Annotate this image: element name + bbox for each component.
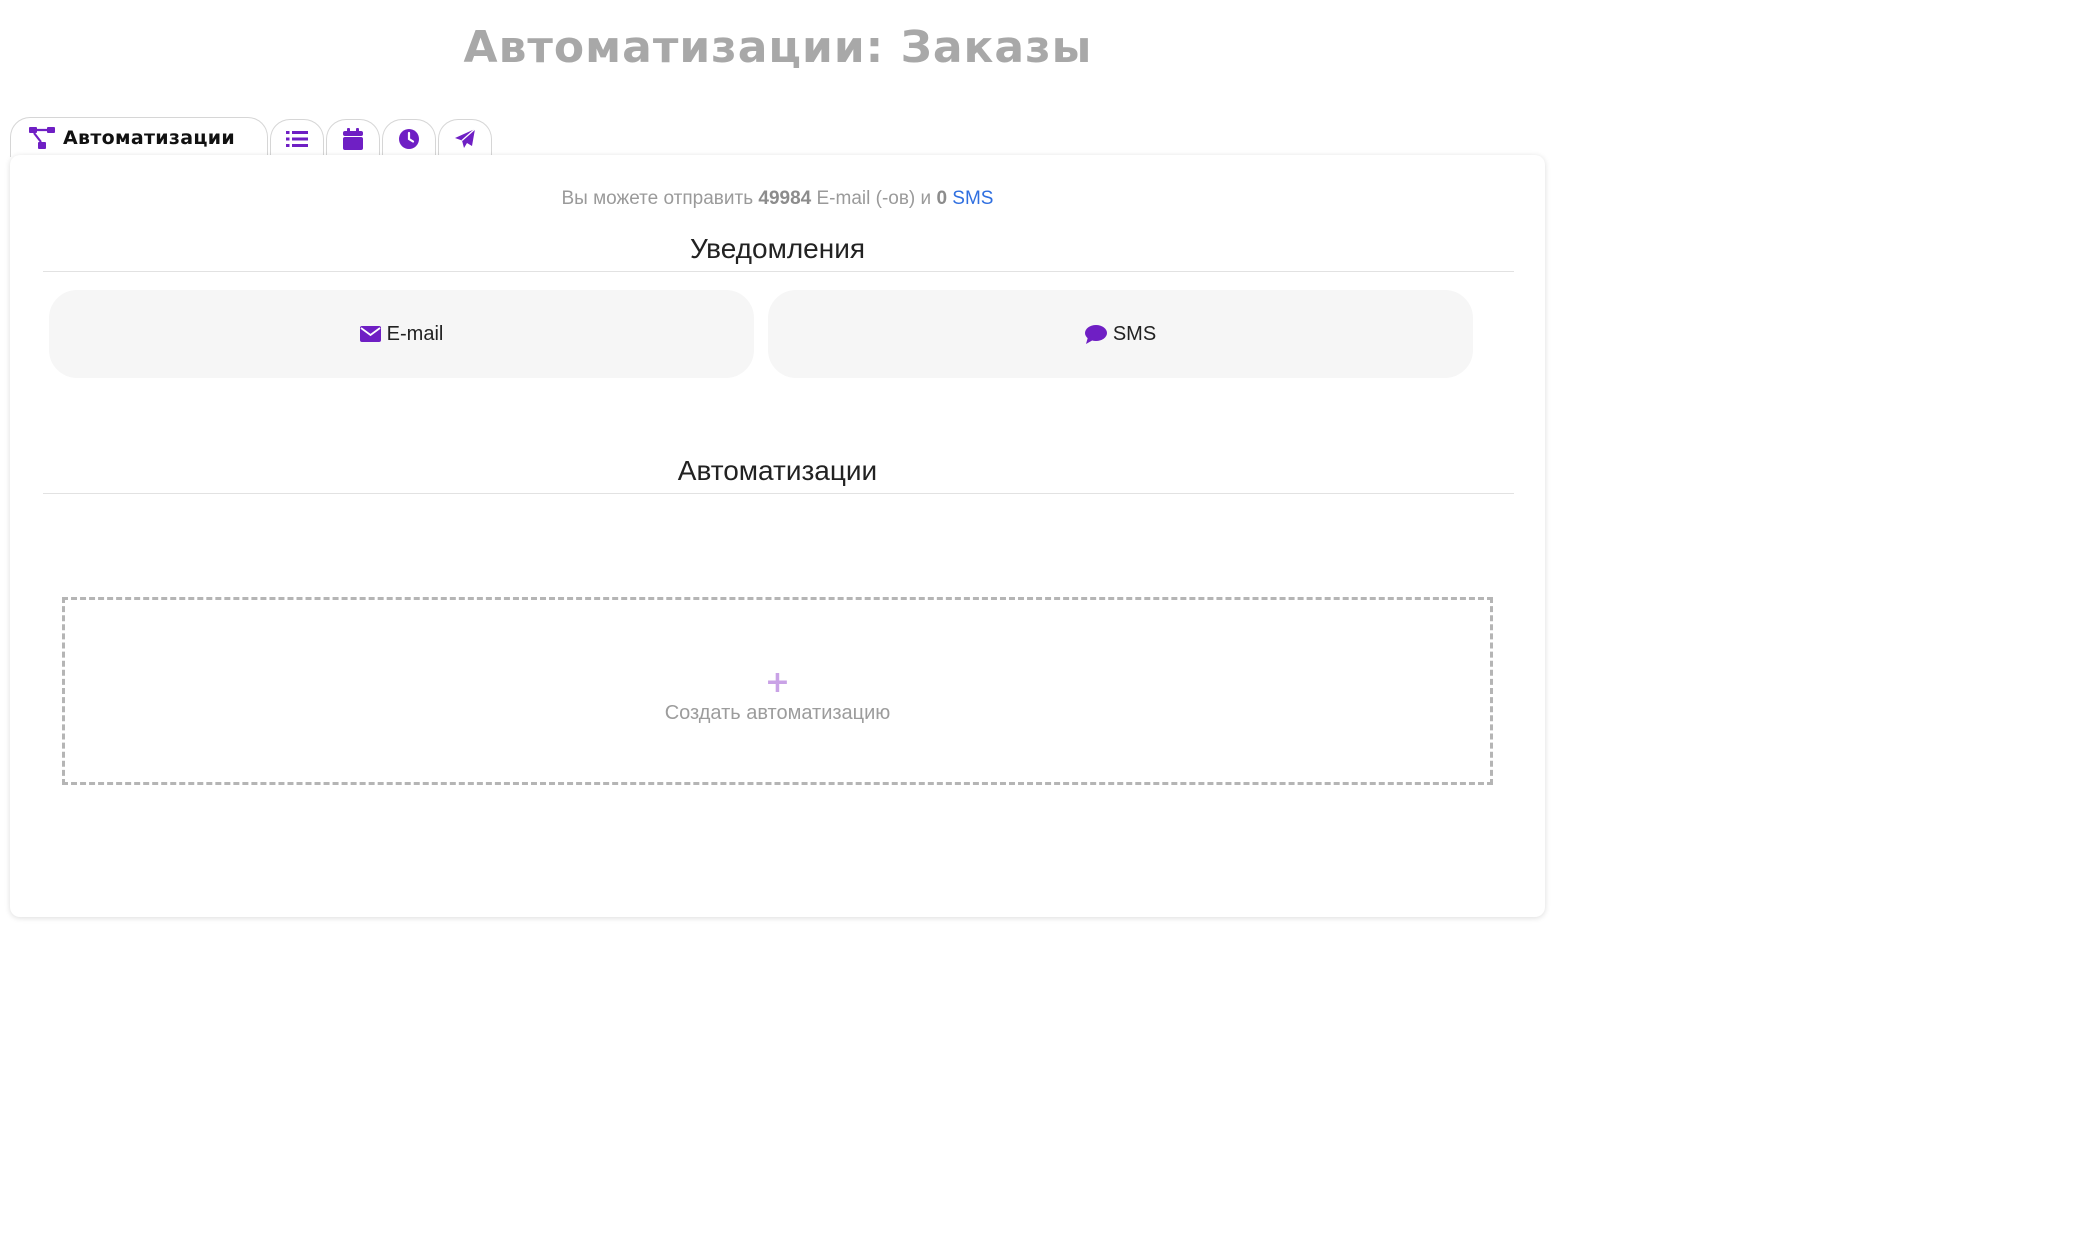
- tab-automations[interactable]: Автоматизации: [10, 117, 268, 157]
- tab-schedule[interactable]: [382, 119, 436, 157]
- page-title: Автоматизации: Заказы: [463, 22, 1093, 73]
- email-notification-button[interactable]: E-mail: [49, 290, 754, 378]
- envelope-icon: [359, 326, 381, 342]
- list-icon: [286, 130, 308, 148]
- clock-icon: [398, 128, 420, 150]
- email-notification-label: E-mail: [386, 322, 444, 345]
- tab-bar: Автоматизации: [10, 117, 494, 157]
- notifications-divider: [43, 271, 1514, 272]
- tab-list[interactable]: [270, 119, 324, 157]
- quota-email-unit: E-mail (-ов) и: [816, 188, 932, 209]
- sitemap-icon: [29, 126, 55, 149]
- tab-automations-label: Автоматизации: [63, 126, 235, 149]
- quota-prefix: Вы можете отправить: [561, 188, 754, 209]
- send-quota-text: Вы можете отправить 49984 E-mail (-ов) и…: [10, 188, 1545, 210]
- sms-quota-count: 0: [936, 188, 948, 209]
- create-automation-button[interactable]: + Создать автоматизацию: [62, 597, 1493, 785]
- calendar-icon: [343, 127, 363, 150]
- comment-icon: [1084, 324, 1107, 344]
- sms-quota-link[interactable]: SMS: [952, 188, 993, 209]
- sms-notification-label: SMS: [1112, 322, 1157, 345]
- tab-calendar[interactable]: [326, 119, 380, 157]
- sms-notification-button[interactable]: SMS: [768, 290, 1473, 378]
- automations-divider: [43, 493, 1514, 494]
- plus-icon: +: [764, 664, 791, 700]
- paper-plane-icon: [454, 128, 476, 150]
- automations-panel: Вы можете отправить 49984 E-mail (-ов) и…: [10, 155, 1545, 917]
- email-quota-count: 49984: [758, 188, 812, 209]
- automations-title: Автоматизации: [677, 455, 878, 486]
- create-automation-label: Создать автоматизацию: [664, 701, 891, 724]
- tab-send[interactable]: [438, 119, 492, 157]
- notifications-title: Уведомления: [689, 233, 866, 264]
